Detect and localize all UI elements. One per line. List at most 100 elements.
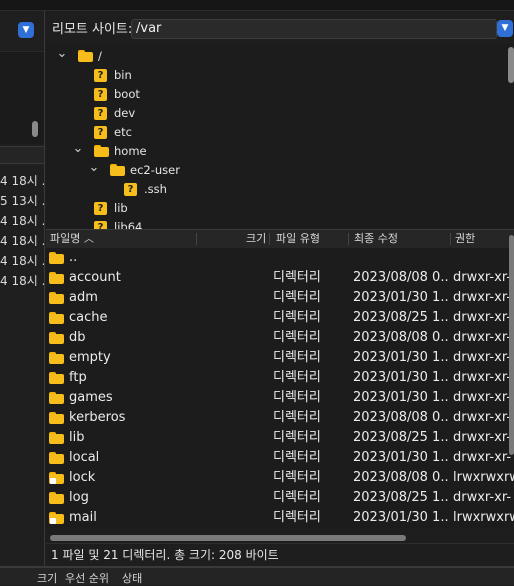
file-type: 디렉터리: [273, 410, 321, 425]
file-permissions: drwxr-xr-: [453, 290, 512, 305]
file-row[interactable]: ftp 디렉터리 2023/01/30 1... drwxr-xr-: [46, 368, 514, 388]
tree-scrollbar[interactable]: [508, 47, 514, 83]
remote-path-dropdown-button[interactable]: ▼: [497, 20, 513, 37]
file-row[interactable]: lib 디렉터리 2023/08/25 1... drwxr-xr-: [46, 428, 514, 448]
file-modified: 2023/08/08 0...: [353, 410, 449, 425]
sort-ascending-icon: ︿: [83, 234, 94, 245]
queue-column-size[interactable]: 크기: [37, 570, 57, 586]
tree-item[interactable]: ? .ssh: [46, 180, 506, 199]
file-modified: 2023/01/30 1...: [353, 510, 449, 525]
queue-column-priority[interactable]: 우선 순위: [65, 570, 109, 586]
tree-item-label: home: [114, 144, 147, 158]
tree-item-label: dev: [114, 106, 136, 120]
file-list-horizontal-scrollbar[interactable]: [50, 535, 406, 541]
top-strip: [0, 0, 514, 11]
unknown-folder-icon: ?: [94, 69, 107, 82]
column-divider[interactable]: [196, 233, 197, 245]
local-file-date: 4 18시 .: [0, 274, 45, 288]
column-header-type[interactable]: 파일 유형: [276, 230, 320, 248]
file-modified: 2023/08/25 1...: [353, 490, 449, 505]
remote-site-label: 리모트 사이트:: [52, 22, 133, 37]
folder-icon: [49, 332, 64, 344]
file-row[interactable]: ..: [46, 248, 514, 268]
file-row[interactable]: account 디렉터리 2023/08/08 0... drwxr-xr-: [46, 268, 514, 288]
file-row[interactable]: cache 디렉터리 2023/08/25 1... drwxr-xr-: [46, 308, 514, 328]
file-name: empty: [69, 350, 111, 365]
file-permissions: drwxr-xr-: [453, 490, 512, 505]
file-type: 디렉터리: [273, 270, 321, 285]
expand-chevron-icon[interactable]: ⌄: [56, 47, 68, 66]
expand-chevron-icon[interactable]: ⌄: [88, 161, 100, 180]
file-permissions: drwxr-xr-: [453, 350, 512, 365]
file-row[interactable]: local 디렉터리 2023/01/30 1... drwxr-xr-: [46, 448, 514, 468]
file-row[interactable]: kerberos 디렉터리 2023/08/08 0... drwxr-xr-: [46, 408, 514, 428]
file-name: local: [69, 450, 100, 465]
file-row[interactable]: lock 디렉터리 2023/08/08 0... lrwxrwxrw: [46, 468, 514, 488]
tree-item-label: .ssh: [144, 182, 167, 196]
column-divider[interactable]: [450, 233, 451, 245]
file-type: 디렉터리: [273, 510, 321, 525]
file-list-vertical-scrollbar[interactable]: [509, 235, 514, 455]
file-type: 디렉터리: [273, 290, 321, 305]
column-header-filename[interactable]: 파일명 ︿: [50, 230, 94, 248]
remote-path-input[interactable]: /var: [131, 19, 497, 39]
file-name: games: [69, 390, 113, 405]
tree-item[interactable]: ? bin: [46, 66, 506, 85]
unknown-folder-icon: ?: [94, 126, 107, 139]
folder-icon: [49, 372, 64, 384]
folder-icon: [49, 452, 64, 464]
file-name: lib: [69, 430, 85, 445]
chevron-down-icon: ▼: [501, 23, 509, 33]
tree-item-label: /: [98, 49, 102, 63]
transfer-queue-header: 크기 우선 순위 상태: [0, 566, 514, 585]
file-modified: 2023/08/08 0...: [353, 330, 449, 345]
file-row[interactable]: empty 디렉터리 2023/01/30 1... drwxr-xr-: [46, 348, 514, 368]
file-permissions: drwxr-xr-: [453, 410, 512, 425]
folder-icon: [78, 50, 93, 62]
column-divider[interactable]: [348, 233, 349, 245]
unknown-folder-icon: ?: [94, 221, 107, 229]
tree-item[interactable]: ⌄ ec2-user: [46, 161, 506, 180]
file-permissions: [453, 248, 514, 268]
tree-item-label: boot: [114, 87, 140, 101]
file-type: 디렉터리: [273, 390, 321, 405]
file-permissions: drwxr-xr-: [453, 330, 512, 345]
file-modified: 2023/01/30 1...: [353, 290, 449, 305]
file-type: 디렉터리: [273, 450, 321, 465]
local-path-dropdown-button[interactable]: ▼: [18, 22, 34, 38]
file-permissions: drwxr-xr-: [453, 430, 512, 445]
tree-item[interactable]: ? dev: [46, 104, 506, 123]
tree-item-label: lib: [114, 201, 128, 215]
file-name: mail: [69, 510, 97, 525]
file-type: 디렉터리: [273, 430, 321, 445]
file-row[interactable]: log 디렉터리 2023/08/25 1... drwxr-xr-: [46, 488, 514, 508]
file-row[interactable]: mail 디렉터리 2023/01/30 1... lrwxrwxrw: [46, 508, 514, 528]
local-site-pane: ▼ 4 18시 . 5 13시 . 4 18시 . 4 18시 . 4 18시 . 4 1…: [0, 11, 45, 566]
local-tree-scrollbar[interactable]: [32, 121, 38, 137]
column-divider[interactable]: [269, 233, 270, 245]
unknown-folder-icon: ?: [94, 88, 107, 101]
expand-chevron-icon[interactable]: ⌄: [72, 142, 84, 161]
tree-item[interactable]: ⌄ home: [46, 142, 506, 161]
file-row[interactable]: adm 디렉터리 2023/01/30 1... drwxr-xr-: [46, 288, 514, 308]
column-header-size[interactable]: 크기: [246, 230, 266, 248]
tree-item[interactable]: ⌄ /: [46, 47, 506, 66]
tree-item-label: etc: [114, 125, 132, 139]
file-row[interactable]: games 디렉터리 2023/01/30 1... drwxr-xr-: [46, 388, 514, 408]
file-name: ..: [69, 250, 78, 265]
folder-icon: [94, 145, 109, 157]
file-permissions: drwxr-xr-: [453, 390, 512, 405]
tree-item[interactable]: ? lib64: [46, 218, 506, 229]
tree-item[interactable]: ? boot: [46, 85, 506, 104]
file-modified: 2023/08/25 1...: [353, 430, 449, 445]
column-header-permissions[interactable]: 권한: [455, 230, 475, 248]
unknown-folder-icon: ?: [94, 107, 107, 120]
file-name: account: [69, 270, 121, 285]
folder-icon: [49, 432, 64, 444]
tree-item[interactable]: ? etc: [46, 123, 506, 142]
tree-item-label: bin: [114, 68, 132, 82]
column-header-modified[interactable]: 최종 수정: [354, 230, 398, 248]
file-row[interactable]: db 디렉터리 2023/08/08 0... drwxr-xr-: [46, 328, 514, 348]
queue-column-state[interactable]: 상태: [122, 570, 142, 586]
tree-item[interactable]: ? lib: [46, 199, 506, 218]
